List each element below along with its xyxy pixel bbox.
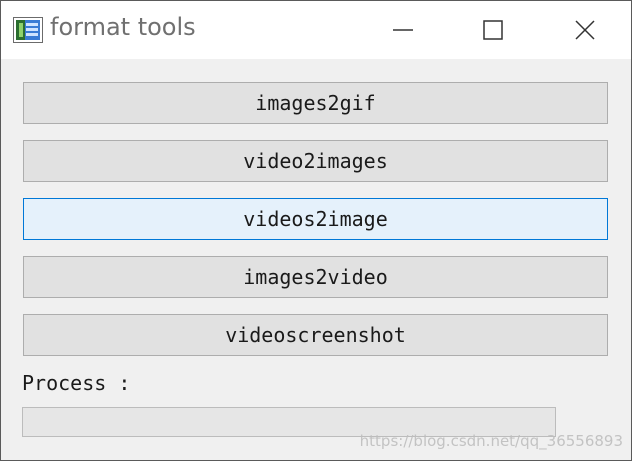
minimize-icon <box>393 29 413 31</box>
close-icon <box>575 20 595 40</box>
maximize-button[interactable] <box>447 1 539 59</box>
maximize-icon <box>483 20 503 40</box>
title-bar[interactable]: format tools <box>1 1 631 59</box>
process-label: Process : <box>22 371 131 395</box>
app-icon <box>13 17 43 43</box>
images2gif-button[interactable]: images2gif <box>23 82 608 124</box>
videoscreenshot-button[interactable]: videoscreenshot <box>23 314 608 356</box>
close-button[interactable] <box>539 1 631 59</box>
videos2image-button[interactable]: videos2image <box>23 198 608 240</box>
app-window: format tools images2gif video2images vid… <box>0 0 632 461</box>
images2video-button[interactable]: images2video <box>23 256 608 298</box>
video2images-button[interactable]: video2images <box>23 140 608 182</box>
window-title: format tools <box>50 13 196 41</box>
watermark-text: https://blog.csdn.net/qq_36556893 <box>359 432 623 450</box>
minimize-button[interactable] <box>357 1 449 59</box>
